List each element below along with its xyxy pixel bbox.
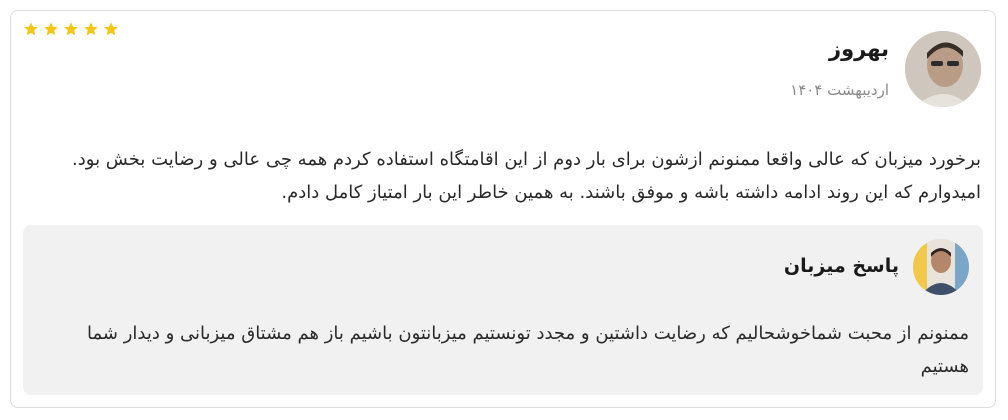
- rating-stars: [23, 21, 119, 37]
- star-icon: [44, 22, 58, 36]
- star-icon: [24, 22, 38, 36]
- host-avatar: [913, 239, 969, 295]
- reply-title: پاسخ میزبان: [783, 255, 899, 277]
- host-reply: پاسخ میزبان ممنونم از محبت شماخوشحالیم ک…: [23, 225, 983, 395]
- reviewer-name: بهروز: [829, 37, 889, 61]
- review-text: برخورد میزبان که عالی واقعا ممنونم ازشون…: [72, 149, 981, 203]
- review-card: بهروز اردیبهشت ۱۴۰۴ برخورد میزبان که عال…: [10, 10, 996, 408]
- reply-text: ممنونم از محبت شماخوشحالیم که رضایت داشت…: [87, 323, 969, 377]
- star-icon: [104, 22, 118, 36]
- reviewer-avatar: [905, 31, 981, 107]
- star-icon: [64, 22, 78, 36]
- star-icon: [84, 22, 98, 36]
- review-date: اردیبهشت ۱۴۰۴: [790, 81, 889, 99]
